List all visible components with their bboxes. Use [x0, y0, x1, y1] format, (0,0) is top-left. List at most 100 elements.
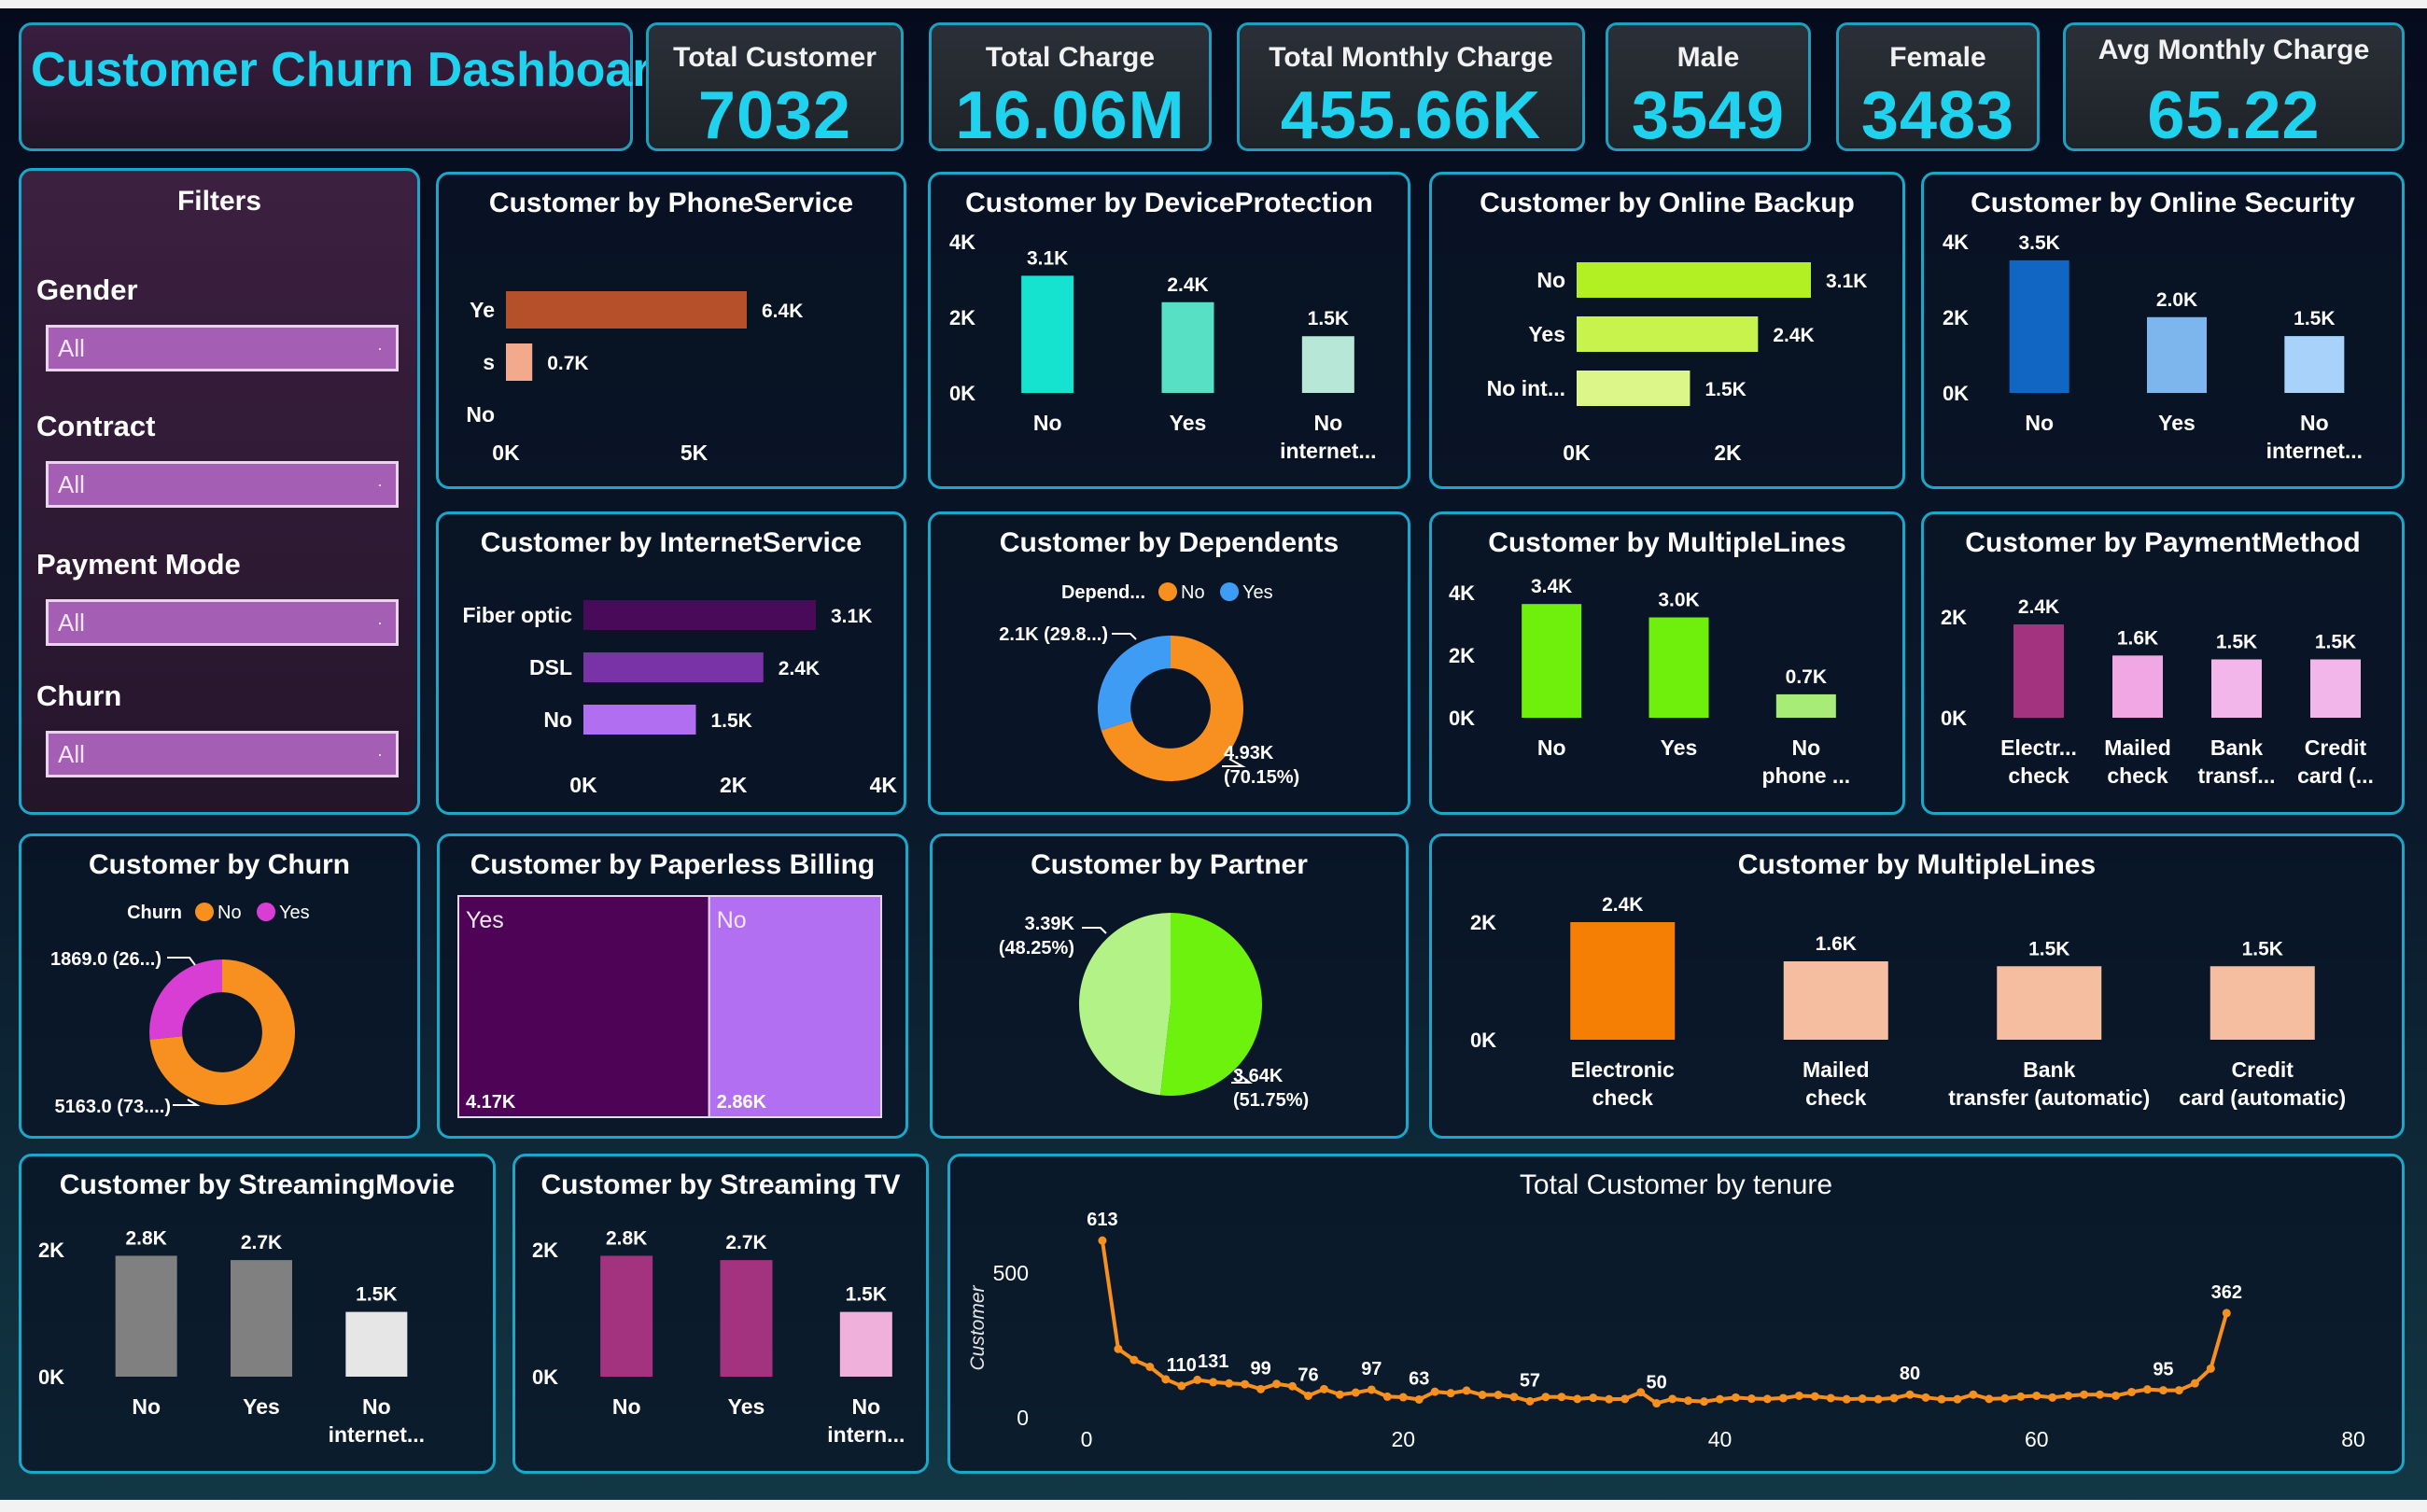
bar: [506, 291, 747, 329]
data-label: 1.5K: [1308, 308, 1349, 329]
line-point: [2096, 1390, 2105, 1399]
chart-svg-churn: Churn No Yes 5163.0 (73....) 1869.0 (26...): [50, 903, 310, 1117]
bar: [1570, 922, 1676, 1040]
data-label: 1.5K: [2216, 632, 2257, 653]
line-point: [2190, 1379, 2199, 1388]
line-point: [1620, 1394, 1630, 1404]
data-label: 613: [1087, 1210, 1117, 1230]
gender-filter-select[interactable]: All ·: [46, 325, 399, 371]
category-label: Electronic: [1571, 1057, 1675, 1082]
line-point: [1367, 1385, 1376, 1394]
category-label: Bank: [2210, 735, 2263, 760]
kpi-avg-monthly-charge: Avg Monthly Charge 65.22: [2063, 22, 2405, 153]
line-point: [1605, 1394, 1614, 1404]
bar: [1522, 604, 1582, 718]
line-point: [1288, 1381, 1298, 1391]
bar: [1648, 617, 1709, 718]
line-point: [1225, 1379, 1234, 1388]
bar: [1775, 693, 1836, 718]
line-point: [1747, 1394, 1756, 1404]
chart-card-dependents: Customer by Dependents Depend... No Yes 4.93…: [928, 511, 1410, 815]
category-label: s: [483, 350, 495, 374]
data-label: 97: [1361, 1359, 1382, 1379]
data-label: 63: [1409, 1368, 1429, 1389]
bar: [1577, 316, 1759, 352]
chart-card-onlinebackup: Customer by Online Backup No 3.1K Yes 2.4K No…: [1429, 172, 1905, 489]
contract-filter-select[interactable]: All ·: [46, 461, 399, 508]
line-point: [1177, 1381, 1186, 1391]
legend-label: Yes: [1242, 582, 1273, 603]
data-label: 2.86K: [717, 1092, 767, 1113]
legend-title: Churn: [127, 903, 182, 923]
kpi-male: Male 3549: [1606, 22, 1811, 153]
data-label: 99: [1250, 1358, 1270, 1379]
data-label: 2.8K: [606, 1227, 647, 1249]
line-point: [1557, 1393, 1566, 1402]
chart-card-deviceprotection: Customer by DeviceProtection 4K 2K 0K 3.1K No…: [928, 172, 1410, 489]
line-point: [1731, 1393, 1740, 1402]
bar: [583, 652, 764, 682]
legend-label: Yes: [279, 903, 310, 923]
y-tick-label: 0K: [949, 382, 975, 405]
category-label: No: [1537, 735, 1566, 760]
filter-label-churn: Churn: [36, 679, 122, 712]
data-label: (51.75%): [1233, 1090, 1309, 1111]
line-point: [1842, 1394, 1851, 1404]
data-label: 2.0K: [2156, 289, 2197, 311]
chart-card-streamingtv: Customer by Streaming TV 2K 0K 2.8K No 2.7K Ye…: [512, 1154, 929, 1474]
kpi-value: 3549: [1631, 78, 1786, 153]
data-label: 4.93K: [1224, 743, 1274, 763]
category-label: card (automatic): [2179, 1085, 2346, 1110]
line-point: [1129, 1355, 1139, 1365]
chart-card-tenure: Total Customer by tenure Customer 500 0 0 20 4…: [947, 1154, 2405, 1474]
y-axis-label: Customer: [967, 1284, 989, 1370]
line-point: [1668, 1394, 1677, 1404]
line-point: [1319, 1384, 1328, 1393]
category-label: internet...: [329, 1422, 426, 1447]
bar: [2147, 316, 2207, 393]
x-tick-label: 0K: [1563, 441, 1591, 465]
y-tick-label: 4K: [1449, 581, 1475, 605]
churn-filter-select[interactable]: All ·: [46, 731, 399, 777]
category-label: No: [132, 1394, 161, 1419]
x-tick-label: 80: [2341, 1427, 2365, 1451]
category-label: card (...: [2297, 763, 2374, 788]
line-point: [2127, 1387, 2137, 1396]
data-label: 1.6K: [1816, 933, 1857, 955]
y-tick-label: 2K: [38, 1239, 64, 1262]
category-label: No: [1313, 411, 1342, 435]
category-label: Yes: [1661, 735, 1698, 760]
kpi-label: Female: [1889, 42, 1986, 73]
payment-mode-filter-select[interactable]: All ·: [46, 599, 399, 646]
kpi-value: 16.06M: [955, 78, 1185, 153]
data-label: 3.4K: [1531, 576, 1572, 597]
category-label: No: [2025, 411, 2054, 435]
bar: [1021, 275, 1074, 393]
legend-title: Depend...: [1061, 582, 1145, 603]
category-label: Bank: [2023, 1057, 2075, 1082]
y-tick-label: 0K: [532, 1365, 558, 1389]
data-label: 3.64K: [1233, 1066, 1284, 1086]
data-label: 57: [1520, 1370, 1540, 1391]
chevron-down-icon: ·: [377, 613, 383, 632]
chart-card-streamingmovie: Customer by StreamingMovie 2K 0K 2.8K No 2.7K…: [19, 1154, 496, 1474]
bar: [1577, 262, 1811, 298]
data-label: 4.17K: [466, 1092, 516, 1113]
chart-card-internetservice: Customer by InternetService Fiber optic 3.…: [436, 511, 906, 815]
line-point: [1145, 1362, 1155, 1371]
filter-label-contract: Contract: [36, 410, 156, 442]
data-label: 95: [2153, 1360, 2173, 1380]
bar: [2013, 624, 2064, 718]
line-point: [1873, 1394, 1883, 1404]
chart-svg-paymentmethod1: 2K 0K 2.4K Electr... check 1.6K Mailed check 1.5…: [1941, 596, 2374, 788]
pie-slice: [149, 959, 222, 1040]
bar: [839, 1311, 892, 1377]
line-point: [1161, 1375, 1171, 1384]
data-label: 0.7K: [547, 353, 588, 374]
data-label: 3.0K: [1658, 590, 1699, 611]
bar: [2210, 966, 2315, 1040]
bar: [345, 1311, 408, 1377]
data-label: 2.1K (29.8...): [999, 624, 1108, 645]
chart-card-churn: Customer by Churn Churn No Yes 5163.0 (73...…: [19, 833, 420, 1139]
y-tick-label: 0K: [1470, 1029, 1496, 1052]
